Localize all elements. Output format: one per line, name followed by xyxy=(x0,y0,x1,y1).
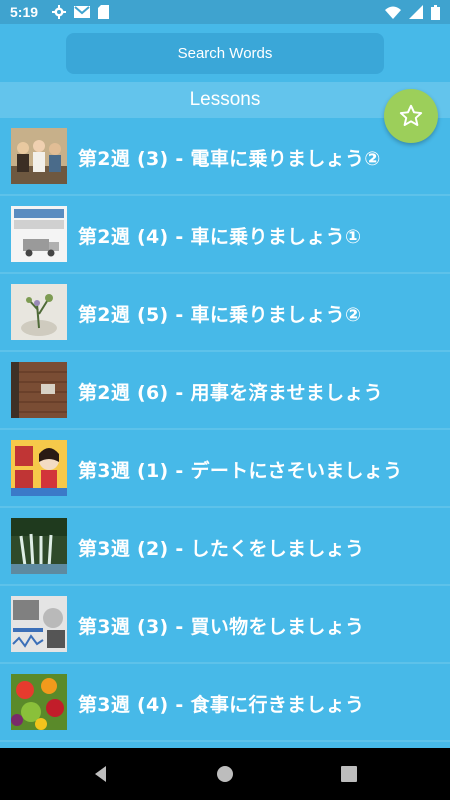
lesson-item[interactable]: 第2週 (3) - 電車に乗りましょう② xyxy=(0,118,450,196)
lesson-item[interactable]: 第3週 (2) - したくをしましょう xyxy=(0,508,450,586)
lesson-item[interactable]: 第2週 (5) - 車に乗りましょう② xyxy=(0,274,450,352)
recents-icon xyxy=(341,766,357,782)
lesson-title: 第2週 (4) - 車に乗りましょう① xyxy=(78,225,362,248)
lesson-title: 第3週 (2) - したくをしましょう xyxy=(78,537,365,560)
status-bar: 5:19 xyxy=(0,0,450,24)
lesson-thumbnail xyxy=(11,284,67,340)
back-icon xyxy=(92,765,110,783)
lesson-thumbnail xyxy=(11,518,67,574)
lesson-thumbnail xyxy=(11,128,67,184)
back-button[interactable] xyxy=(89,762,113,786)
lesson-title: 第2週 (6) - 用事を済ませましょう xyxy=(78,381,383,404)
lesson-list: 第2週 (3) - 電車に乗りましょう② 第2週 (4) - 車に乗りましょう①… xyxy=(0,118,450,748)
page-title: Lessons xyxy=(189,89,261,110)
recents-button[interactable] xyxy=(337,762,361,786)
search-words-button[interactable]: Search Words xyxy=(66,33,384,74)
navigation-bar xyxy=(0,748,450,800)
lesson-item[interactable]: 第3週 (1) - デートにさそいましょう xyxy=(0,430,450,508)
signal-icon xyxy=(409,5,423,19)
favorites-button[interactable] xyxy=(384,89,438,143)
lesson-item[interactable]: 第2週 (6) - 用事を済ませましょう xyxy=(0,352,450,430)
lesson-title: 第3週 (3) - 買い物をしましょう xyxy=(78,615,365,638)
lesson-item[interactable]: 第2週 (4) - 車に乗りましょう① xyxy=(0,196,450,274)
sd-card-icon xyxy=(98,5,110,19)
lesson-thumbnail xyxy=(11,440,67,496)
gmail-icon xyxy=(74,6,91,18)
star-outline-icon xyxy=(398,103,424,129)
lesson-title: 第2週 (5) - 車に乗りましょう② xyxy=(78,303,362,326)
home-button[interactable] xyxy=(213,762,237,786)
status-time: 5:19 xyxy=(10,4,39,20)
lesson-title: 第2週 (3) - 電車に乗りましょう② xyxy=(78,147,381,170)
lesson-title: 第3週 (1) - デートにさそいましょう xyxy=(78,459,403,482)
lesson-thumbnail xyxy=(11,206,67,262)
home-icon xyxy=(216,765,234,783)
battery-icon xyxy=(431,4,440,20)
lesson-thumbnail xyxy=(11,596,67,652)
lesson-item[interactable]: 第3週 (4) - 食事に行きましょう xyxy=(0,664,450,742)
lesson-thumbnail xyxy=(11,674,67,730)
wifi-icon xyxy=(385,6,401,19)
lesson-thumbnail xyxy=(11,362,67,418)
search-area: Search Words xyxy=(0,24,450,82)
lessons-header: Lessons xyxy=(0,82,450,118)
gear-icon xyxy=(52,5,67,19)
lesson-item[interactable]: 第3週 (3) - 買い物をしましょう xyxy=(0,586,450,664)
lesson-title: 第3週 (4) - 食事に行きましょう xyxy=(78,693,365,716)
